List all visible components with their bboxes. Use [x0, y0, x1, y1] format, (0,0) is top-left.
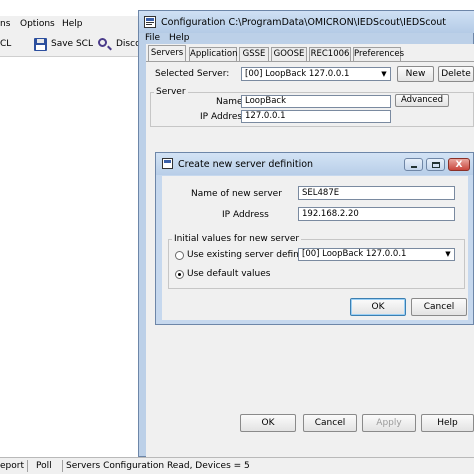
selected-server-label: Selected Server: — [155, 69, 230, 79]
close-icon[interactable]: X — [448, 158, 470, 171]
existing-definition-radio[interactable] — [175, 251, 184, 260]
ip-address-label: IP Address — [200, 112, 247, 122]
server-group-label: Server — [154, 87, 188, 97]
menu-item-help[interactable]: Help — [62, 19, 83, 29]
name-label: Name — [216, 97, 243, 107]
menu-item-help[interactable]: Help — [169, 33, 190, 43]
save-scl-button[interactable]: Save SCL — [26, 35, 93, 53]
apply-button[interactable]: Apply — [362, 414, 416, 432]
toolbar-button-partial[interactable]: CL — [0, 39, 11, 49]
chevron-down-icon: ▼ — [381, 70, 387, 78]
magnifier-icon — [98, 38, 107, 47]
discover-label: Disco — [116, 39, 138, 49]
status-bar: eport Poll Servers Configuration Read, D… — [0, 457, 474, 474]
dialog-cancel-button[interactable]: Cancel — [411, 298, 467, 316]
dialog-title: Create new server definition — [178, 159, 314, 170]
maximize-icon[interactable] — [426, 158, 445, 171]
save-scl-label: Save SCL — [51, 39, 93, 49]
chevron-down-icon: ▼ — [445, 250, 451, 258]
ip-address-field[interactable]: 127.0.0.1 — [241, 110, 391, 123]
discover-button[interactable]: Disco — [96, 35, 138, 53]
name-field[interactable]: LoopBack — [241, 95, 391, 108]
tab-preferences[interactable]: Preferences — [353, 47, 404, 61]
tab-servers[interactable]: Servers — [148, 45, 186, 62]
ok-button[interactable]: OK — [240, 414, 296, 432]
initial-values-groupbox — [168, 239, 465, 289]
selected-server-dropdown[interactable]: [00] LoopBack 127.0.0.1 ▼ — [241, 67, 391, 81]
dialog-titlebar[interactable]: Create new server definition X — [156, 153, 473, 175]
help-button[interactable]: Help — [421, 414, 474, 432]
new-server-name-label: Name of new server — [191, 189, 282, 199]
configuration-button-bar — [146, 435, 474, 457]
new-server-name-field[interactable]: SEL487E — [298, 186, 455, 200]
dialog-app-icon — [162, 158, 173, 169]
configuration-menubar: File Help — [139, 33, 474, 44]
delete-button[interactable]: Delete — [438, 66, 474, 82]
menu-item-file[interactable]: File — [145, 33, 160, 43]
tab-divider — [146, 61, 474, 62]
new-button[interactable]: New — [397, 66, 434, 82]
advanced-button[interactable]: Advanced — [395, 94, 449, 107]
minimize-icon[interactable] — [404, 158, 423, 171]
tab-rec1006[interactable]: REC1006 — [309, 47, 351, 61]
tab-goose[interactable]: GOOSE — [271, 47, 307, 61]
dialog-ok-button[interactable]: OK — [350, 298, 406, 316]
menu-item-partial[interactable]: ns — [0, 19, 10, 29]
status-report: eport — [0, 461, 24, 471]
floppy-disk-icon — [34, 38, 47, 51]
menu-item-options[interactable]: Options — [20, 19, 55, 29]
status-message: Servers Configuration Read, Devices = 5 — [66, 461, 250, 471]
initial-values-label: Initial values for new server — [172, 234, 302, 244]
background-menubar: ns Options Help — [0, 16, 138, 33]
new-server-ip-field[interactable]: 192.168.2.20 — [298, 207, 455, 221]
default-values-radio[interactable] — [175, 270, 184, 279]
status-poll: Poll — [36, 461, 52, 471]
selected-server-value: [00] LoopBack 127.0.0.1 — [245, 69, 350, 79]
background-toolbar: CL Save SCL Disco — [0, 33, 138, 57]
default-values-label[interactable]: Use default values — [187, 269, 270, 279]
cancel-button[interactable]: Cancel — [303, 414, 357, 432]
tab-application[interactable]: Application — [189, 47, 238, 61]
existing-definition-value: [00] LoopBack 127.0.0.1 — [302, 249, 407, 259]
new-server-ip-label: IP Address — [222, 210, 269, 220]
configuration-title: Configuration C:\ProgramData\OMICRON\IED… — [161, 17, 447, 28]
app-icon — [144, 16, 156, 28]
existing-definition-dropdown[interactable]: [00] LoopBack 127.0.0.1 ▼ — [298, 248, 455, 261]
configuration-titlebar[interactable]: Configuration C:\ProgramData\OMICRON\IED… — [139, 11, 474, 33]
tab-gsse[interactable]: GSSE — [239, 47, 269, 61]
